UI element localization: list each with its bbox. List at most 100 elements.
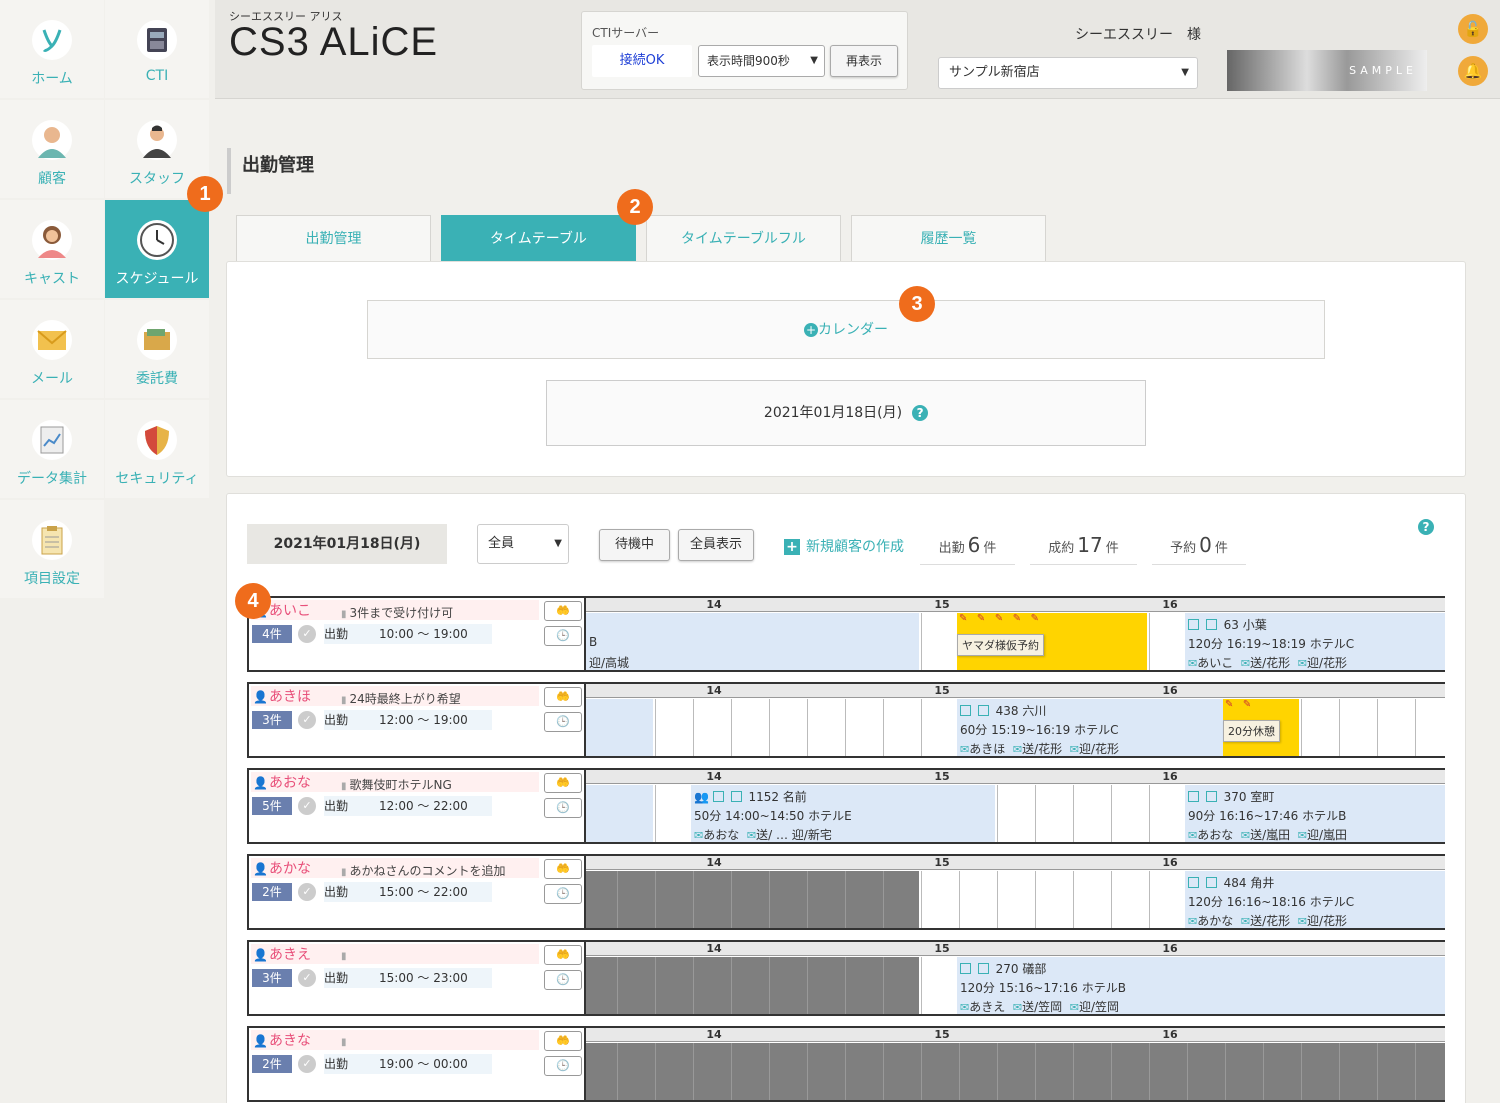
booking-count-badge[interactable]: 2件 bbox=[252, 883, 292, 901]
sidebar-item-label: CTI bbox=[145, 68, 169, 84]
sidebar-item-customer[interactable]: 顧客 bbox=[0, 100, 104, 198]
store-select[interactable]: サンプル新宿店 ▼ bbox=[938, 57, 1198, 89]
sidebar-item-cti[interactable]: CTI bbox=[105, 0, 209, 98]
refresh-button[interactable]: 再表示 bbox=[830, 45, 898, 77]
tab-timetable[interactable]: タイムテーブル bbox=[441, 215, 636, 261]
tab-attendance[interactable]: 出勤管理 bbox=[236, 215, 431, 261]
hour-label: 15 bbox=[934, 684, 950, 697]
help-icon[interactable]: ? bbox=[1418, 519, 1434, 535]
unlock-icon[interactable]: 🔓 bbox=[1458, 14, 1488, 44]
booking-block[interactable] bbox=[586, 699, 653, 756]
clock-icon[interactable]: 🕒 bbox=[544, 626, 582, 646]
booking-block[interactable]: 484 角井 120分 16:16~18:16 ホテルC ✉あかな ✉送/花形 ✉迎… bbox=[1185, 871, 1445, 928]
bell-icon[interactable]: 🔔 bbox=[1458, 56, 1488, 86]
cast-name[interactable]: 👤あきほ24時最終上がり希望 bbox=[251, 686, 539, 706]
timeline-header: 14 15 16 bbox=[586, 770, 1445, 784]
booking-block[interactable]: 👥 1152 名前 50分 14:00~14:50 ホテルE ✉あおな ✉送/ … … bbox=[691, 785, 995, 842]
sidebar-item-label: スケジュール bbox=[115, 271, 199, 287]
hour-label: 15 bbox=[934, 1028, 950, 1041]
booking-block[interactable]: 438 六川 60分 15:19~16:19 ホテルC ✉あきほ ✉送/花形 ✉迎/… bbox=[957, 699, 1223, 756]
sidebar-item-mail[interactable]: メール bbox=[0, 300, 104, 398]
booking-count-badge[interactable]: 3件 bbox=[252, 969, 292, 987]
mail-icon bbox=[32, 320, 72, 360]
assign-icon[interactable]: 🤲 bbox=[544, 1031, 582, 1051]
cast-name[interactable]: 👤あきえ bbox=[251, 944, 539, 964]
clock-icon[interactable]: 🕒 bbox=[544, 1056, 582, 1076]
chart-icon bbox=[32, 420, 72, 460]
booking-count-badge[interactable]: 2件 bbox=[252, 1055, 292, 1073]
clock-icon bbox=[137, 220, 177, 260]
clock-icon[interactable]: 🕒 bbox=[544, 798, 582, 818]
cast-info: 👤あきほ24時最終上がり希望 3件 ✓ 出勤12:00 ～ 19:00 🤲 🕒 bbox=[249, 684, 586, 756]
unavailable-block bbox=[586, 871, 919, 928]
hour-label: 14 bbox=[706, 684, 722, 697]
cast-row: 👤あかなあかねさんのコメントを追加2件✓出勤15:00 ～ 22:00🤲🕒141… bbox=[247, 854, 1445, 930]
chevron-down-icon: ▼ bbox=[554, 538, 562, 549]
check-icon[interactable]: ✓ bbox=[298, 711, 316, 729]
booking-block[interactable]: 270 礒部 120分 15:16~17:16 ホテルB ✉あきえ ✉送/笠岡 ✉迎… bbox=[957, 957, 1445, 1014]
sidebar-item-settings[interactable]: 項目設定 bbox=[0, 500, 104, 598]
calendar-toggle[interactable]: + カレンダー bbox=[367, 300, 1325, 359]
sidebar-item-commission[interactable]: 委託費 bbox=[105, 300, 209, 398]
booking-count-badge[interactable]: 3件 bbox=[252, 711, 292, 729]
cast-name[interactable]: 👤あかなあかねさんのコメントを追加 bbox=[251, 858, 539, 878]
booking-block[interactable]: 370 室町 90分 16:16~17:46 ホテルB ✉あおな ✉送/嵐田 ✉迎/… bbox=[1185, 785, 1445, 842]
check-icon[interactable]: ✓ bbox=[298, 883, 316, 901]
assign-icon[interactable]: 🤲 bbox=[544, 687, 582, 707]
tab-timetable-full[interactable]: タイムテーブルフル bbox=[646, 215, 841, 261]
assign-icon[interactable]: 🤲 bbox=[544, 773, 582, 793]
new-customer-link[interactable]: + 新規顧客の作成 bbox=[784, 536, 904, 556]
sidebar-item-label: データ集計 bbox=[17, 471, 87, 487]
check-icon[interactable]: ✓ bbox=[298, 625, 316, 643]
waiting-button[interactable]: 待機中 bbox=[599, 529, 670, 561]
shift-info: 出勤 12:00 ～ 22:00 bbox=[324, 796, 492, 816]
mail-icon: ✉ bbox=[694, 829, 704, 842]
card-icon bbox=[1205, 791, 1217, 802]
check-icon[interactable]: ✓ bbox=[298, 1055, 316, 1073]
clipboard-icon bbox=[32, 520, 72, 560]
mail-icon: ✉ bbox=[746, 829, 757, 842]
memo-icon bbox=[960, 705, 971, 716]
help-icon[interactable]: ? bbox=[912, 405, 929, 421]
booking-block[interactable]: 63 小葉 120分 16:19~18:19 ホテルC ✉あいこ ✉送/花形 ✉迎/… bbox=[1185, 613, 1445, 670]
timeline-header: 14 15 16 bbox=[586, 684, 1445, 698]
booking-count-badge[interactable]: 5件 bbox=[252, 797, 292, 815]
shift-info: 出勤 10:00 ～ 19:00 bbox=[324, 624, 492, 644]
assign-icon[interactable]: 🤲 bbox=[544, 859, 582, 879]
sidebar-item-data[interactable]: データ集計 bbox=[0, 400, 104, 498]
clock-icon[interactable]: 🕒 bbox=[544, 712, 582, 732]
sidebar-item-cast[interactable]: キャスト bbox=[0, 200, 104, 298]
cast-row: 👤あいこ3件まで受け付け可 4件 ✓ 出勤10:00 ～ 19:00 🤲 🕒 14 15 16 B… bbox=[247, 596, 1445, 672]
show-all-button[interactable]: 全員表示 bbox=[678, 529, 754, 561]
clock-icon[interactable]: 🕒 bbox=[544, 884, 582, 904]
check-icon[interactable]: ✓ bbox=[298, 969, 316, 987]
display-time-select[interactable]: 表示時間900秒 ▼ bbox=[698, 45, 825, 77]
cast-name[interactable]: 👤あいこ3件まで受け付け可 bbox=[251, 600, 539, 620]
booking-block[interactable] bbox=[586, 785, 653, 842]
assign-icon[interactable]: 🤲 bbox=[544, 945, 582, 965]
cast-name[interactable]: 👤あきな bbox=[251, 1030, 539, 1050]
break-note[interactable]: 20分休憩 bbox=[1223, 720, 1280, 742]
clock-icon[interactable]: 🕒 bbox=[544, 970, 582, 990]
timeline: 14 15 16 484 角井 120分 16:16~18:16 ホテルC ✉あかな ✉… bbox=[586, 856, 1445, 928]
hold-note[interactable]: ヤマダ様仮予約 bbox=[957, 634, 1044, 656]
customer-icon bbox=[32, 120, 72, 160]
cast-row: 👤あきえ 3件 ✓ 出勤15:00 ～ 23:00 🤲 🕒 14 15 16 270 礒部120… bbox=[247, 940, 1445, 1016]
cti-caption: CTIサーバー bbox=[592, 26, 660, 40]
staff-icon bbox=[137, 120, 177, 160]
badge-1: 1 bbox=[187, 176, 223, 212]
mail-icon: ✉ bbox=[1012, 743, 1023, 756]
sidebar-item-home[interactable]: ホーム bbox=[0, 0, 104, 98]
cast-comment: 24時最終上がり希望 bbox=[341, 690, 461, 707]
person-icon: 👤 bbox=[253, 862, 268, 876]
mail-icon: ✉ bbox=[960, 743, 970, 756]
filter-select[interactable]: 全員 ▼ bbox=[477, 524, 569, 564]
check-icon[interactable]: ✓ bbox=[298, 797, 316, 815]
booking-count-badge[interactable]: 4件 bbox=[252, 625, 292, 643]
tab-history[interactable]: 履歴一覧 bbox=[851, 215, 1046, 261]
booking-block[interactable]: B 迎/高城 bbox=[586, 613, 919, 670]
sidebar-item-security[interactable]: セキュリティ bbox=[105, 400, 209, 498]
cast-name[interactable]: 👤あおな歌舞伎町ホテルNG bbox=[251, 772, 539, 792]
sidebar-item-schedule[interactable]: スケジュール bbox=[105, 200, 209, 298]
assign-icon[interactable]: 🤲 bbox=[544, 601, 582, 621]
